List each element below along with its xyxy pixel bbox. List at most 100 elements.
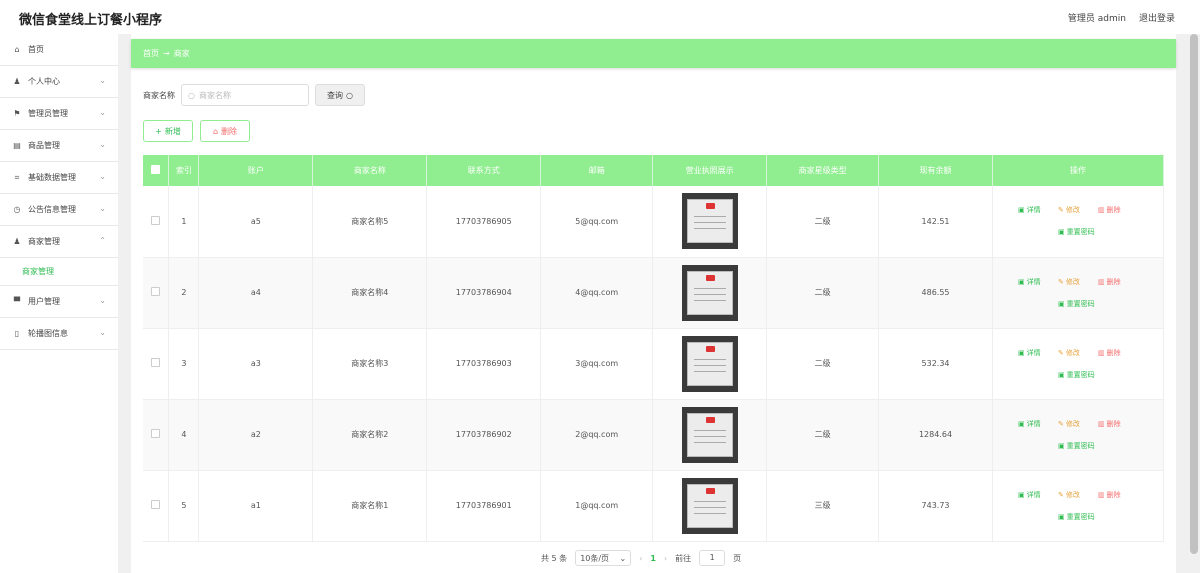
home-icon: ⌂: [14, 45, 20, 54]
sidebar-item-admin-management[interactable]: ⚑ 管理员管理 ⌄: [0, 98, 118, 130]
next-page-icon[interactable]: ›: [664, 554, 667, 563]
page-size-select[interactable]: 10条/页 ⌄: [575, 550, 632, 566]
query-button[interactable]: 查询 ○: [315, 84, 365, 106]
cell-name: 商家名称1: [312, 470, 428, 542]
scrollbar[interactable]: [1188, 34, 1200, 573]
license-image[interactable]: [681, 335, 738, 392]
cell-balance: 743.73: [878, 470, 993, 542]
column-header[interactable]: 营业执照展示: [652, 155, 768, 186]
row-checkbox[interactable]: [151, 287, 161, 296]
edit-label: 修改: [1065, 206, 1080, 215]
column-header[interactable]: 邮箱: [540, 155, 654, 186]
chevron-down-icon: ⌄: [99, 296, 106, 305]
reset-password-label: 重置密码: [1066, 370, 1095, 379]
edit-button[interactable]: ✎ 修改: [1058, 348, 1098, 358]
detail-button[interactable]: ▣ 详情: [1018, 490, 1058, 500]
sidebar-item-notice[interactable]: ◷ 公告信息管理 ⌄: [0, 194, 118, 226]
cell-level: 三级: [766, 470, 880, 542]
sidebar-item-merchant[interactable]: ♟ 商家管理 ⌃: [0, 226, 118, 258]
row-delete-button[interactable]: ▥ 删除: [1098, 205, 1138, 215]
monitor-icon: ▀: [13, 297, 21, 306]
search-input[interactable]: ○ 商家名称: [181, 84, 309, 106]
row-delete-button[interactable]: ▥ 删除: [1098, 419, 1138, 429]
cell-phone: 17703786905: [426, 186, 542, 258]
row-checkbox[interactable]: [151, 500, 161, 509]
license-image[interactable]: [681, 477, 738, 534]
action-row: + 新增 ⌂ 删除: [143, 120, 250, 142]
column-header[interactable]: 商家名称: [312, 155, 428, 186]
reset-password-button[interactable]: ▣ 重置密码: [1058, 512, 1098, 522]
cell-name: 商家名称2: [312, 399, 428, 471]
edit-button[interactable]: ✎ 修改: [1058, 490, 1098, 500]
reset-password-button[interactable]: ▣ 重置密码: [1058, 227, 1098, 237]
license-image[interactable]: [681, 406, 738, 463]
cell-phone: 17703786903: [426, 328, 542, 400]
search-icon: ○: [346, 90, 353, 100]
edit-button[interactable]: ✎ 修改: [1058, 419, 1098, 429]
cell-index: 1: [168, 186, 200, 258]
detail-button[interactable]: ▣ 详情: [1018, 348, 1058, 358]
chevron-down-icon: ⌄: [99, 108, 106, 117]
row-operations: ▣ 详情 ✎ 修改 ▥ 删除 ▣ 重置密码: [993, 419, 1163, 451]
goto-page-input[interactable]: 1: [699, 550, 726, 566]
prev-page-icon[interactable]: ‹: [639, 554, 642, 563]
edit-button[interactable]: ✎ 修改: [1058, 205, 1098, 215]
sidebar-item-label: 商品管理: [28, 141, 60, 150]
reset-password-button[interactable]: ▣ 重置密码: [1058, 441, 1098, 451]
row-delete-button[interactable]: ▥ 删除: [1098, 490, 1138, 500]
logout-link[interactable]: 退出登录: [1139, 11, 1175, 24]
sidebar-subitem-merchant-management[interactable]: 商家管理: [0, 258, 118, 286]
row-checkbox[interactable]: [151, 429, 161, 438]
sidebar-item-base-data[interactable]: ⌗ 基础数据管理 ⌄: [0, 162, 118, 194]
column-header[interactable]: 商家星级类型: [766, 155, 880, 186]
column-header[interactable]: 账户: [198, 155, 314, 186]
search-row: 商家名称 ○ 商家名称 查询 ○: [143, 84, 365, 106]
row-checkbox[interactable]: [151, 358, 161, 367]
cell-index: 5: [168, 470, 200, 542]
query-button-label: 查询: [327, 90, 343, 100]
column-header[interactable]: 联系方式: [426, 155, 542, 186]
trash-icon: ⌂: [212, 126, 219, 136]
cell-name: 商家名称3: [312, 328, 428, 400]
cell-phone: 17703786902: [426, 399, 542, 471]
scrollbar-thumb[interactable]: [1190, 34, 1198, 554]
sidebar-item-carousel[interactable]: ▯ 轮播图信息 ⌄: [0, 318, 118, 350]
row-delete-button[interactable]: ▥ 删除: [1098, 348, 1138, 358]
sidebar-item-home[interactable]: ⌂ 首页: [0, 34, 118, 66]
chevron-down-icon: ⌄: [99, 172, 106, 181]
column-header: 操作: [992, 155, 1165, 186]
add-button[interactable]: + 新增: [143, 120, 193, 142]
license-image[interactable]: [681, 193, 738, 250]
current-page[interactable]: 1: [650, 554, 656, 563]
sidebar-item-goods-management[interactable]: ▤ 商品管理 ⌄: [0, 130, 118, 162]
cell-index: 3: [168, 328, 200, 400]
row-operations: ▣ 详情 ✎ 修改 ▥ 删除 ▣ 重置密码: [993, 348, 1163, 380]
delete-button[interactable]: ⌂ 删除: [200, 120, 250, 142]
admin-label: 管理员 admin: [1067, 14, 1126, 24]
row-delete-button[interactable]: ▥ 删除: [1098, 277, 1138, 287]
reset-password-button[interactable]: ▣ 重置密码: [1058, 299, 1098, 309]
sidebar-item-personal-center[interactable]: ♟ 个人中心 ⌄: [0, 66, 118, 98]
cell-balance: 1284.64: [878, 399, 993, 471]
table-row: 2 a4 商家名称4 17703786904 4@qq.com 二级 486.5…: [143, 257, 1165, 329]
license-image[interactable]: [681, 264, 738, 321]
sidebar-item-user-management[interactable]: ▀ 用户管理 ⌄: [0, 286, 118, 318]
reset-password-label: 重置密码: [1066, 512, 1095, 521]
edit-button[interactable]: ✎ 修改: [1058, 277, 1098, 287]
detail-button[interactable]: ▣ 详情: [1018, 419, 1058, 429]
cell-level: 二级: [766, 328, 880, 400]
select-all-checkbox[interactable]: [143, 155, 170, 186]
edit-label: 修改: [1065, 490, 1080, 499]
column-header[interactable]: 现有余额: [878, 155, 993, 186]
detail-button[interactable]: ▣ 详情: [1018, 205, 1058, 215]
chevron-up-icon: ⌃: [99, 236, 106, 245]
edit-label: 修改: [1065, 419, 1080, 428]
detail-button[interactable]: ▣ 详情: [1018, 277, 1058, 287]
reset-password-button[interactable]: ▣ 重置密码: [1058, 370, 1098, 380]
page-suffix: 页: [733, 553, 742, 563]
detail-label: 详情: [1026, 419, 1041, 428]
row-checkbox[interactable]: [151, 215, 161, 225]
edit-label: 修改: [1065, 348, 1080, 357]
table-row: 1 a5 商家名称5 17703786905 5@qq.com 二级 142.5…: [143, 186, 1165, 258]
breadcrumb-home[interactable]: 首页: [143, 48, 159, 59]
